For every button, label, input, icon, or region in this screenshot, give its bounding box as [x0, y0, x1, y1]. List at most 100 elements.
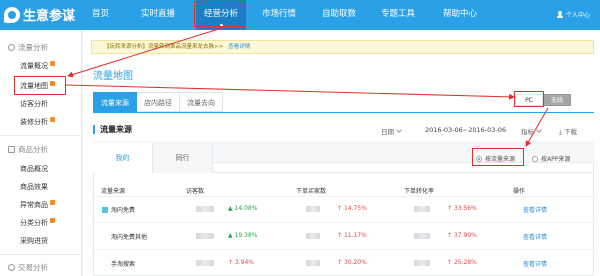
sidebar-item-abnormal-goods[interactable]: 异常商品 [20, 200, 55, 210]
sidebar-section-traffic[interactable]: 流量分析 [8, 42, 48, 53]
visitors-cell [196, 232, 214, 239]
app-title: 生意参谋 [23, 9, 76, 24]
rate-cell [414, 205, 430, 212]
rate-cell [414, 259, 430, 266]
highlight-radio [472, 148, 524, 166]
header-action: 操作 [513, 188, 526, 195]
device-wireless-button[interactable]: 无线 [543, 94, 571, 106]
sidebar-item-goods-overview[interactable]: 商品概况 [20, 164, 48, 174]
divider [0, 254, 82, 255]
view-details-link[interactable]: 查看详情 [523, 232, 547, 241]
radio-by-app-source[interactable]: 按APP来源 [532, 154, 570, 163]
top-navigation: 生意参谋 首页 实时直播 经营分析 市场行情 自助取数 专题工具 帮助中心 个人… [0, 0, 600, 30]
user-center-label: 个人中心 [565, 12, 590, 19]
section-label: 交易分析 [18, 263, 48, 272]
nav-help[interactable]: 帮助中心 [443, 0, 477, 30]
sidebar-item-category-analysis[interactable]: 分类分析 [20, 218, 55, 228]
subtab-peers[interactable]: 同行 [153, 143, 213, 173]
change-value: 14.08% [234, 205, 258, 212]
expand-icon[interactable] [102, 207, 108, 213]
indicator-dropdown[interactable]: 指标 [521, 126, 542, 136]
rate-change: ↑ 37.90% [447, 232, 477, 239]
subtab-mine[interactable]: 我的 [93, 143, 153, 173]
sidebar-item-traffic-overview[interactable]: 流量概况 [20, 61, 55, 71]
divider [0, 135, 82, 136]
masked-value [196, 205, 214, 212]
date-range: 2016-03-06~2016-03-06 [425, 126, 506, 134]
change-value: 25.28% [453, 259, 477, 266]
app-logo[interactable]: 生意参谋 [4, 5, 75, 24]
buyers-cell [306, 259, 320, 266]
rate-change: ↑ 25.28% [447, 259, 477, 266]
download-button[interactable]: ⤓ 下载 [559, 126, 577, 137]
section-label: 商品分析 [18, 145, 48, 154]
page-title: 流量地图 [93, 71, 133, 82]
item-label: 流量概况 [20, 62, 48, 70]
user-icon [556, 11, 563, 18]
panel-title: 流量来源 [93, 125, 132, 134]
notice-link[interactable]: 查看详情 [228, 44, 250, 50]
tab-in-store-path[interactable]: 店内路径 [137, 92, 180, 112]
sidebar-section-trade[interactable]: 交易分析 [8, 262, 48, 273]
main-content: 【玩转来源分析】流量转商单品流量来龙去脉>> 查看详情 流量地图 流量来源 店内路… [83, 30, 600, 276]
eye-icon [8, 44, 15, 51]
item-label: 采购进货 [20, 237, 48, 245]
table-row: 淘内免费其他 ▲ 19.38% ↑ 11.17% ↑ 37.90% 查看详情 [93, 222, 594, 245]
sidebar-item-visitor-analysis[interactable]: 访客分析 [20, 99, 48, 109]
source-name: 手淘搜索 [111, 261, 136, 268]
item-label: 访客分析 [20, 100, 48, 108]
box-icon [8, 146, 15, 153]
chevron-down-icon [536, 127, 542, 133]
sidebar-item-decoration-analysis[interactable]: 装修分析 [20, 117, 55, 127]
sidebar-section-goods[interactable]: 商品分析 [8, 144, 48, 155]
source-name: 淘内免费其他 [111, 234, 148, 241]
header-visitors: 访客数 [186, 188, 205, 195]
view-details-link[interactable]: 查看详情 [523, 205, 547, 214]
item-label: 异常商品 [20, 201, 48, 209]
rate-change: ↑ 33.56% [447, 205, 477, 212]
buyers-change: ↑ 14.75% [337, 205, 367, 212]
masked-value [306, 259, 320, 266]
nav-live[interactable]: 实时直播 [141, 0, 175, 30]
download-label: 下载 [563, 128, 577, 136]
masked-value [414, 232, 430, 239]
highlight-device [514, 91, 544, 107]
trade-icon [8, 264, 15, 271]
item-label: 商品概况 [20, 165, 48, 173]
change-value: 30.20% [343, 259, 367, 266]
buyers-cell [306, 205, 320, 212]
tab-underline [93, 112, 594, 113]
highlight-sidebar [14, 76, 66, 95]
buyers-change: ↑ 30.20% [337, 259, 367, 266]
nav-home[interactable]: 首页 [92, 0, 109, 30]
nav-market[interactable]: 市场行情 [262, 0, 296, 30]
date-picker[interactable]: 日期 [381, 126, 402, 136]
sidebar-item-purchase[interactable]: 采购进货 [20, 236, 48, 246]
sidebar-item-goods-effect[interactable]: 商品效果 [20, 182, 48, 192]
masked-value [414, 259, 430, 266]
header-rate: 下单转化率 [404, 188, 435, 195]
nav-self-service[interactable]: 自助取数 [322, 0, 356, 30]
buyers-change: ↑ 11.17% [337, 232, 367, 239]
view-details-link[interactable]: 查看详情 [523, 259, 547, 268]
new-badge [50, 61, 55, 66]
section-label: 流量分析 [18, 43, 48, 52]
masked-value [196, 232, 214, 239]
tab-traffic-source[interactable]: 流量来源 [93, 92, 137, 112]
new-badge [50, 117, 55, 122]
visitors-change: ↑ 3.94% [228, 259, 254, 266]
rate-cell [414, 232, 430, 239]
new-badge [50, 218, 55, 223]
user-center[interactable]: 个人中心 [556, 10, 590, 19]
radio-unchecked-icon [532, 155, 538, 162]
table-row: 手淘搜索 ↑ 3.94% ↑ 30.20% ↑ 25.28% 查看详情 [93, 249, 594, 272]
new-badge [50, 200, 55, 205]
header-source: 流量来源 [101, 188, 126, 195]
buyers-cell [306, 232, 320, 239]
nav-topic-tools[interactable]: 专题工具 [381, 0, 415, 30]
visitors-cell [196, 259, 214, 266]
source-name: 淘内免费 [111, 207, 136, 214]
tab-traffic-destination[interactable]: 流量去向 [180, 92, 223, 112]
highlight-nav [194, 1, 246, 27]
change-value: 37.90% [453, 232, 477, 239]
